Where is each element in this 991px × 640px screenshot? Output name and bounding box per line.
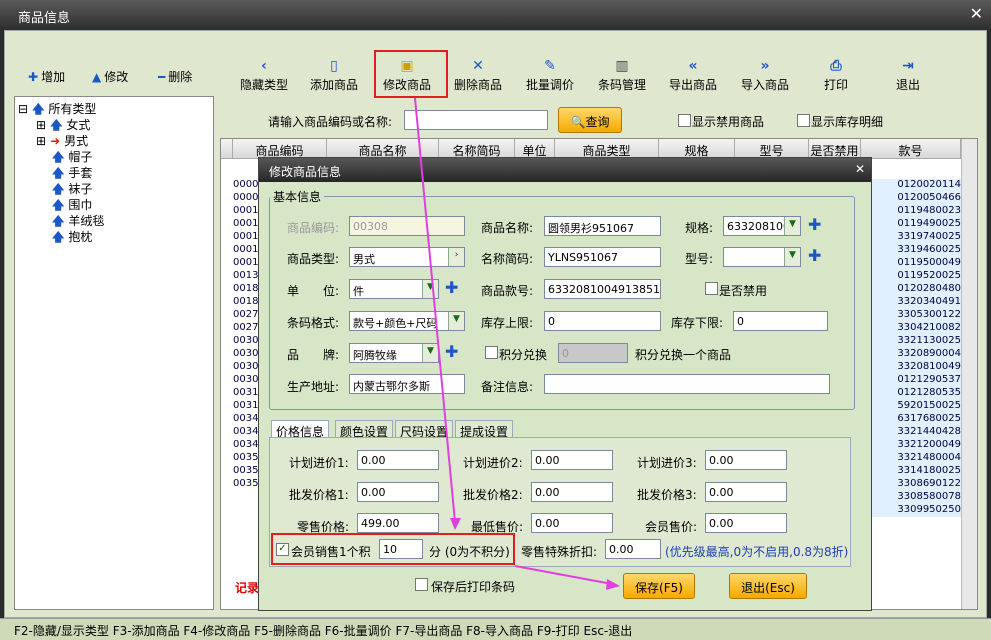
annotation-arrow-line [414,97,456,523]
annotation-arrows [414,97,620,590]
annotation-arrowhead [450,518,461,530]
status-bar: F2-隐藏/显示类型 F3-添加商品 F4-修改商品 F5-删除商品 F6-批量… [0,618,991,640]
annotation-arrow-line [514,565,613,585]
annotation-arrowhead [606,579,620,590]
